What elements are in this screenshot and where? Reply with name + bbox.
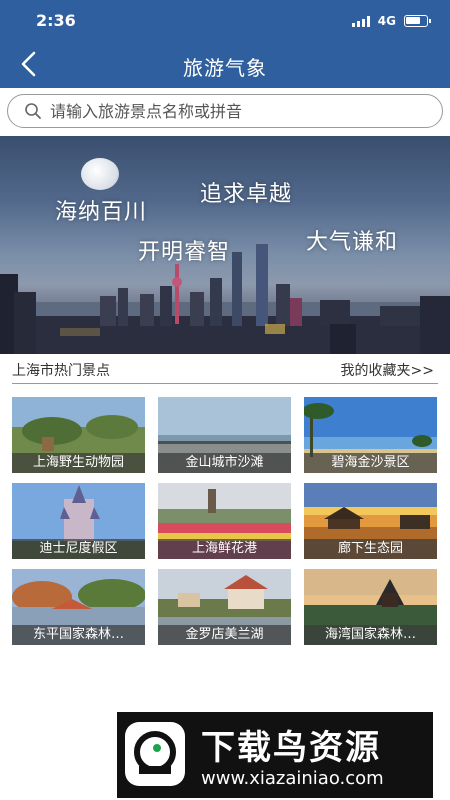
spot-name: 金罗店美兰湖 <box>158 625 291 645</box>
spot-card[interactable]: 金山城市沙滩 <box>158 397 291 473</box>
spot-card[interactable]: 上海野生动物园 <box>12 397 145 473</box>
city-skyline-graphic <box>0 244 450 354</box>
favorites-link[interactable]: 我的收藏夹>> <box>341 360 434 380</box>
spot-card[interactable]: 迪士尼度假区 <box>12 483 145 559</box>
status-time: 2:36 <box>36 11 76 30</box>
page-title: 旅游气象 <box>183 56 267 80</box>
banner-slogan-2: 追求卓越 <box>200 182 293 207</box>
spot-name: 海湾国家森林… <box>304 625 437 645</box>
spot-name: 碧海金沙景区 <box>304 453 437 473</box>
search-icon <box>25 103 41 119</box>
status-icons: 4G <box>351 14 431 28</box>
spot-name: 迪士尼度假区 <box>12 539 145 559</box>
moon-graphic <box>81 158 119 190</box>
status-bar: 2:36 4G <box>0 0 450 40</box>
spot-card[interactable]: 金罗店美兰湖 <box>158 569 291 645</box>
watermark-brand: 下载鸟资源 <box>201 728 381 768</box>
banner-image: 海纳百川 追求卓越 开明睿智 大气谦和 <box>0 136 450 354</box>
search-bar[interactable] <box>7 94 443 128</box>
signal-icon <box>351 15 370 27</box>
spot-card[interactable]: 东平国家森林… <box>12 569 145 645</box>
top-bar: 2:36 4G 旅游气象 <box>0 0 450 88</box>
spot-name: 东平国家森林… <box>12 625 145 645</box>
spot-card[interactable]: 碧海金沙景区 <box>304 397 437 473</box>
spot-name: 上海鲜花港 <box>158 539 291 559</box>
spot-card[interactable]: 廊下生态园 <box>304 483 437 559</box>
battery-icon <box>404 15 431 27</box>
banner-slogan-1: 海纳百川 <box>55 200 148 225</box>
hot-spots-header: 上海市热门景点 我的收藏夹>> <box>12 360 438 384</box>
network-label: 4G <box>377 14 396 28</box>
search-input[interactable] <box>50 101 410 121</box>
section-title: 上海市热门景点 <box>12 363 110 379</box>
watermark-url: www.xiazainiao.com <box>201 768 384 789</box>
watermark-logo-icon <box>125 722 185 786</box>
spot-name: 廊下生态园 <box>304 539 437 559</box>
watermark-banner: 下载鸟资源 www.xiazainiao.com <box>117 712 433 798</box>
spot-card[interactable]: 上海鲜花港 <box>158 483 291 559</box>
spot-name: 上海野生动物园 <box>12 453 145 473</box>
spot-name: 金山城市沙滩 <box>158 453 291 473</box>
spot-card[interactable]: 海湾国家森林… <box>304 569 437 645</box>
